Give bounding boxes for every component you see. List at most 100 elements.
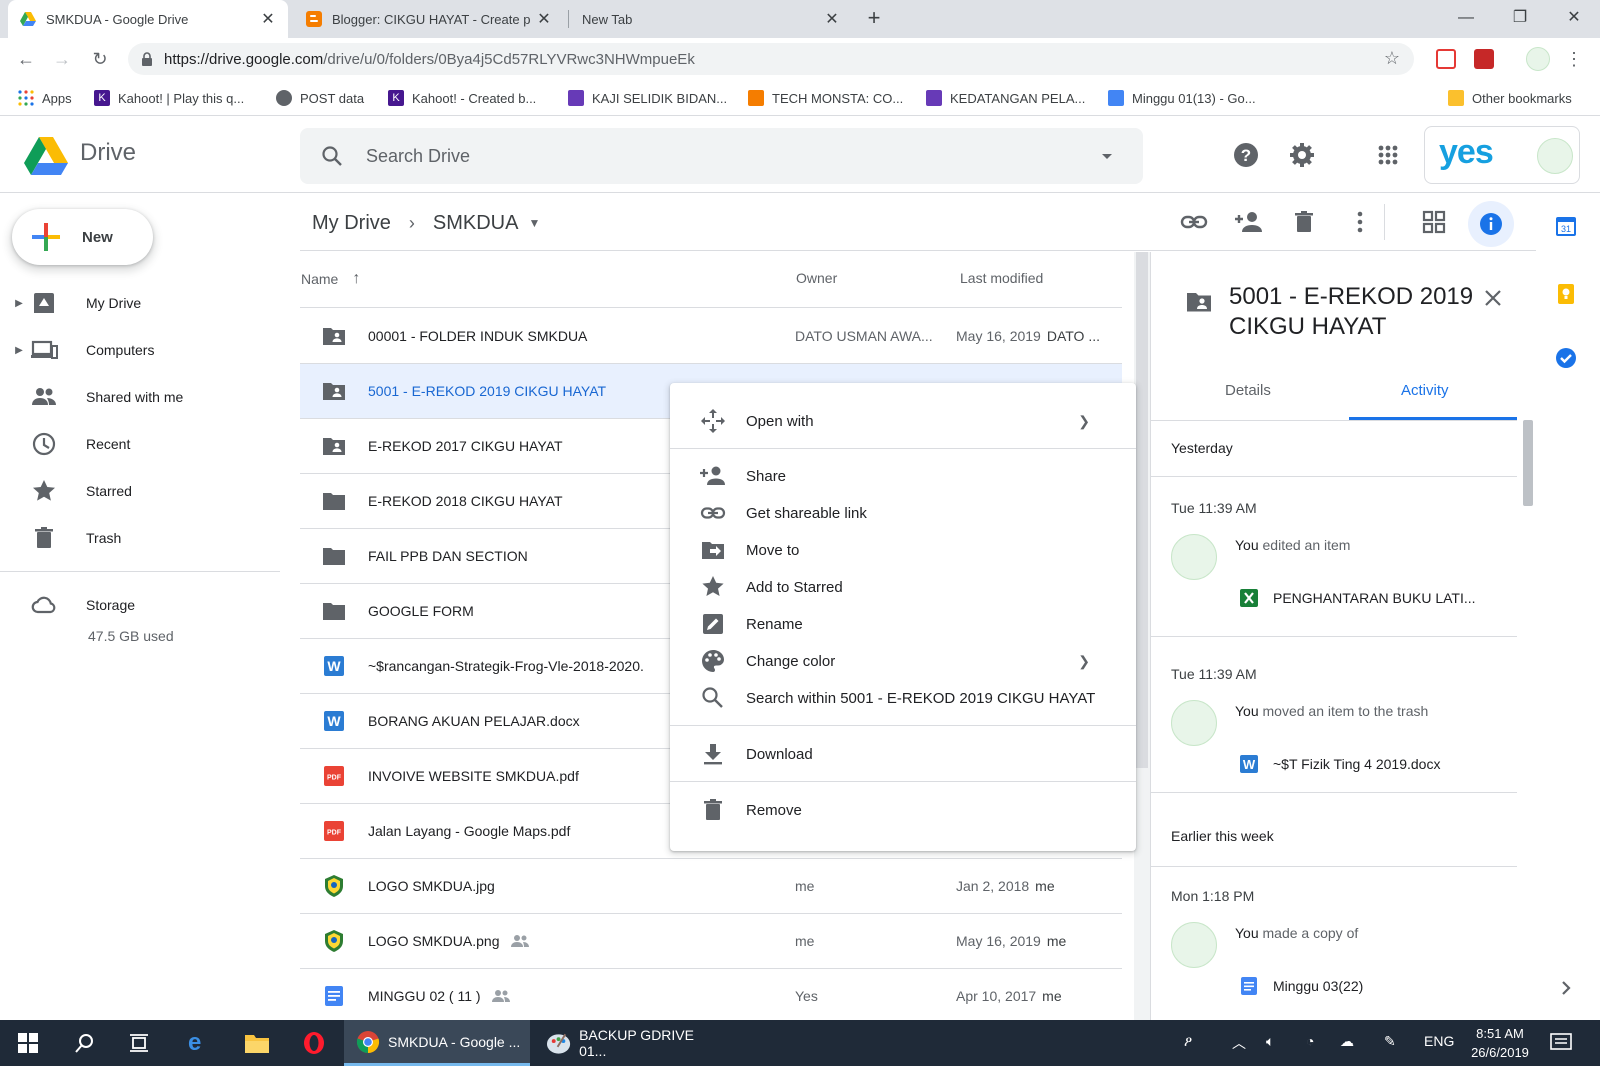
search-input[interactable]: Search Drive (366, 146, 1095, 167)
column-header-owner[interactable]: Owner (796, 270, 837, 286)
expand-caret-icon[interactable]: ▶ (9, 345, 29, 356)
sidebar-item-storage[interactable]: Storage (0, 585, 280, 625)
file-row[interactable]: 00001 - FOLDER INDUK SMKDUA DATO USMAN AW… (300, 309, 1122, 364)
chevron-up-icon[interactable]: ︿ (1232, 1033, 1246, 1053)
close-icon[interactable]: ✕ (536, 9, 552, 29)
menu-item-share[interactable]: Share (670, 458, 1136, 494)
file-row[interactable]: MINGGU 02 ( 11 ) Yes Apr 10, 2017 me (300, 969, 1122, 1024)
delete-icon[interactable] (1290, 208, 1318, 236)
google-calendar-icon[interactable]: 31 (1554, 214, 1578, 238)
close-icon[interactable]: ✕ (824, 9, 840, 29)
activity-file[interactable]: PENGHANTARAN BUKU LATI... (1239, 588, 1476, 608)
search-options-icon[interactable] (1095, 144, 1119, 168)
bookmark-kaji-selidik[interactable]: KAJI SELIDIK BIDAN... (568, 88, 727, 108)
reload-icon[interactable]: ↻ (88, 47, 112, 71)
forward-icon[interactable]: → (50, 47, 74, 71)
bookmark-kahoot-created[interactable]: K Kahoot! - Created b... (388, 88, 536, 108)
sidebar-item-starred[interactable]: Starred (0, 471, 280, 511)
menu-item-rename[interactable]: Rename (670, 606, 1136, 642)
edge-browser-icon[interactable]: e (188, 1031, 212, 1055)
menu-item-add-starred[interactable]: Add to Starred (670, 569, 1136, 605)
pen-icon[interactable]: ✎ (1384, 1033, 1396, 1050)
notifications-icon[interactable] (1550, 1033, 1572, 1053)
sidebar-item-trash[interactable]: Trash (0, 518, 280, 558)
sidebar-item-computers[interactable]: ▶ Computers (0, 330, 280, 370)
grid-view-icon[interactable] (1420, 208, 1448, 236)
details-scrollbar-thumb[interactable] (1523, 420, 1533, 506)
file-row[interactable]: LOGO SMKDUA.png me May 16, 2019 me (300, 914, 1122, 969)
extension-pocket-icon[interactable] (1436, 49, 1456, 69)
menu-item-open-with[interactable]: Open with ❯ (670, 403, 1136, 439)
sort-arrow-up-icon[interactable]: ↑ (352, 270, 360, 288)
sidebar-item-shared[interactable]: Shared with me (0, 377, 280, 417)
google-tasks-icon[interactable] (1554, 346, 1578, 370)
breadcrumb-current-folder[interactable]: SMKDUA (433, 212, 519, 235)
window-close-icon[interactable]: ✕ (1554, 5, 1594, 31)
google-drive-logo-icon[interactable] (24, 135, 68, 175)
taskbar-app-chrome[interactable]: SMKDUA - Google ... (344, 1020, 530, 1066)
menu-item-move-to[interactable]: Move to (670, 532, 1136, 568)
bookmark-kedatangan[interactable]: KEDATANGAN PELA... (926, 88, 1085, 108)
column-header-name[interactable]: Name ↑ (301, 270, 360, 288)
people-icon[interactable]: ዖ (1184, 1033, 1192, 1050)
onedrive-icon[interactable]: ☁ (1340, 1033, 1354, 1050)
taskbar-app-backup[interactable]: BACKUP GDRIVE 01... (534, 1020, 720, 1066)
column-header-modified[interactable]: Last modified (960, 270, 1043, 286)
bookmark-star-icon[interactable]: ☆ (1384, 48, 1400, 69)
menu-item-get-link[interactable]: Get shareable link (670, 495, 1136, 531)
profile-avatar[interactable] (1526, 47, 1550, 71)
language-indicator[interactable]: ENG (1424, 1033, 1454, 1049)
address-bar[interactable]: https://drive.google.com/drive/u/0/folde… (128, 43, 1414, 75)
windows-search-icon[interactable] (74, 1032, 96, 1054)
account-switcher[interactable]: yes (1424, 126, 1580, 184)
bookmark-post-data[interactable]: POST data (276, 88, 364, 108)
drive-logo-text[interactable]: Drive (80, 139, 136, 167)
sidebar-item-my-drive[interactable]: ▶ My Drive (0, 283, 280, 323)
wifi-icon[interactable]: ◔ (1306, 1033, 1314, 1049)
restore-icon[interactable]: ❐ (1500, 5, 1540, 31)
file-explorer-icon[interactable] (244, 1032, 270, 1054)
menu-item-remove[interactable]: Remove (670, 792, 1136, 828)
tab-drive[interactable]: SMKDUA - Google Drive ✕ (8, 0, 288, 38)
settings-gear-icon[interactable] (1288, 141, 1316, 169)
search-bar[interactable]: Search Drive (300, 128, 1143, 184)
volume-icon[interactable]: 🔈︎ (1266, 1033, 1274, 1050)
add-person-icon[interactable] (1235, 208, 1263, 236)
expand-caret-icon[interactable]: ▶ (9, 298, 29, 309)
breadcrumb-my-drive[interactable]: My Drive (312, 212, 391, 235)
search-icon[interactable] (320, 144, 344, 168)
google-apps-icon[interactable] (1374, 141, 1402, 169)
tab-new[interactable]: New Tab ✕ (570, 0, 852, 38)
bookmark-other[interactable]: Other bookmarks (1448, 88, 1572, 108)
new-tab-button[interactable]: + (862, 7, 886, 31)
chevron-right-icon[interactable] (1554, 976, 1578, 1000)
account-avatar[interactable] (1537, 138, 1573, 174)
view-details-button[interactable] (1468, 201, 1514, 247)
minimize-icon[interactable]: — (1446, 5, 1486, 31)
file-row[interactable]: LOGO SMKDUA.jpg me Jan 2, 2018 me (300, 859, 1122, 914)
bookmark-kahoot-play[interactable]: K Kahoot! | Play this q... (94, 88, 244, 108)
menu-item-change-color[interactable]: Change color ❯ (670, 643, 1136, 679)
more-vert-icon[interactable] (1346, 208, 1374, 236)
bookmark-tech-monsta[interactable]: TECH MONSTA: CO... (748, 88, 903, 108)
bookmark-apps[interactable]: Apps (18, 88, 72, 108)
extension-pdf-icon[interactable] (1474, 49, 1494, 69)
tab-blogger[interactable]: Blogger: CIKGU HAYAT - Create p ✕ (294, 0, 564, 38)
bookmark-minggu[interactable]: Minggu 01(13) - Go... (1108, 88, 1256, 108)
menu-icon[interactable]: ⋮ (1562, 47, 1586, 71)
tab-details[interactable]: Details (1225, 382, 1271, 399)
new-button[interactable]: New (12, 209, 153, 265)
file-list-scrollbar-thumb[interactable] (1136, 252, 1148, 768)
sidebar-item-recent[interactable]: Recent (0, 424, 280, 464)
chevron-down-icon[interactable]: ▼ (528, 216, 540, 230)
back-icon[interactable]: ← (14, 47, 38, 71)
link-icon[interactable] (1180, 208, 1208, 236)
google-keep-icon[interactable] (1554, 282, 1578, 306)
tab-activity[interactable]: Activity (1401, 382, 1449, 399)
menu-item-search-within[interactable]: Search within 5001 - E-REKOD 2019 CIKGU … (670, 680, 1136, 716)
menu-item-download[interactable]: Download (670, 736, 1136, 772)
windows-start-icon[interactable] (18, 1033, 38, 1053)
help-icon[interactable]: ? (1232, 141, 1260, 169)
task-view-icon[interactable] (128, 1032, 150, 1054)
activity-file[interactable]: W ~$T Fizik Ting 4 2019.docx (1239, 754, 1440, 774)
